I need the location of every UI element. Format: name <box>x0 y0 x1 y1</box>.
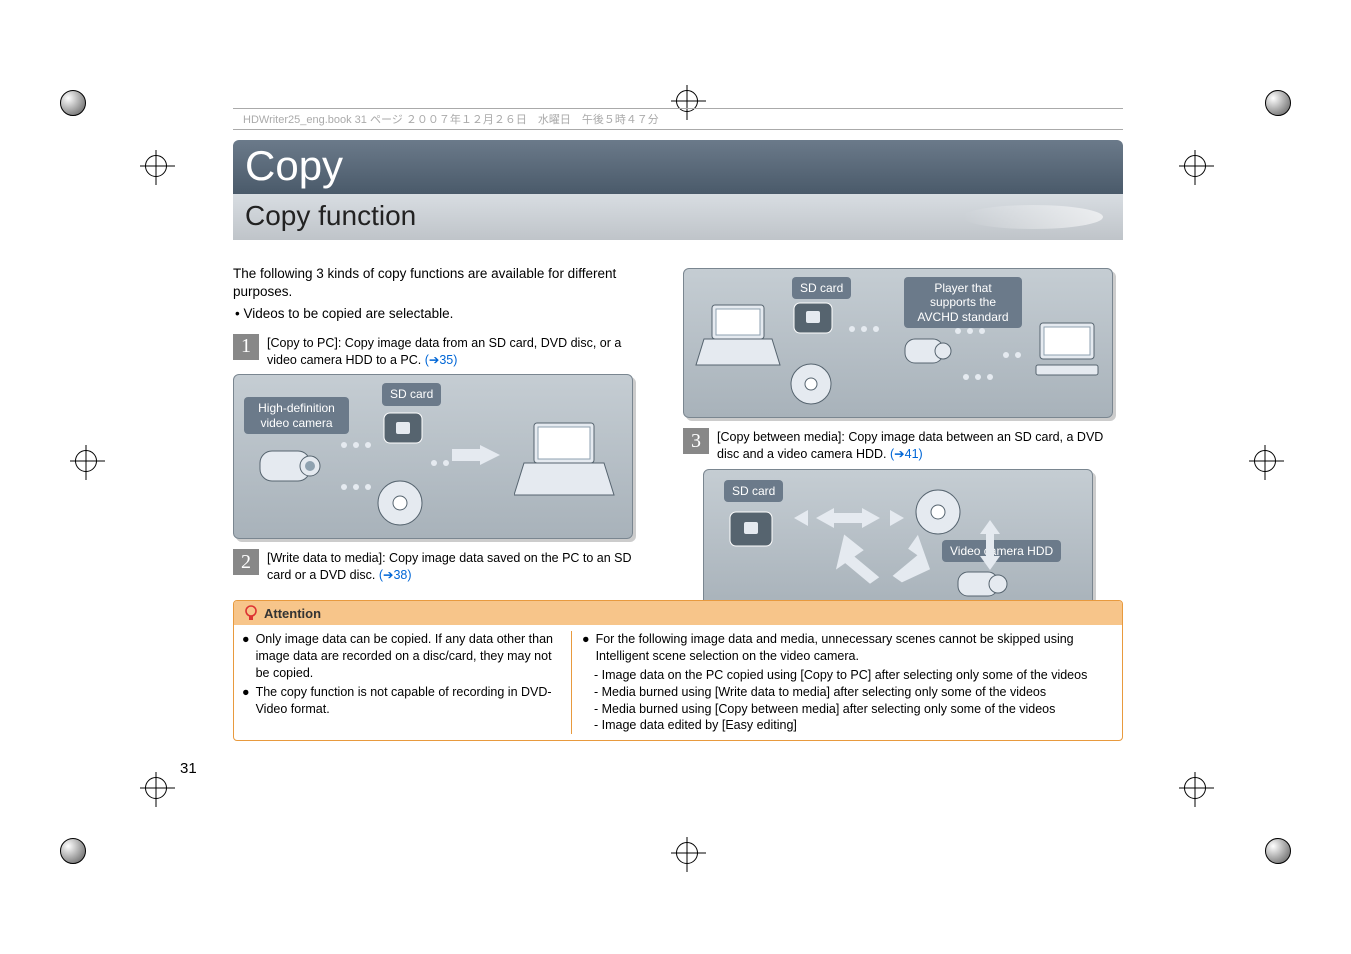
bulb-icon <box>244 605 258 621</box>
attention-dash: - Media burned using [Write data to medi… <box>594 684 1114 701</box>
arrow-dots-icon <box>334 427 464 507</box>
reg-crosshair <box>1184 155 1206 177</box>
reg-crosshair <box>1184 777 1206 799</box>
attention-text: Image data on the PC copied using [Copy … <box>602 668 1088 682</box>
page-link[interactable]: (➔35) <box>425 353 458 367</box>
attention-dash: - Image data on the PC copied using [Cop… <box>594 667 1114 684</box>
diagram-3: SD card Video camera HDD <box>703 469 1093 609</box>
sd-card-icon <box>718 506 788 562</box>
step-desc: [Write data to media]: Copy image data s… <box>267 551 632 582</box>
bullet-icon: ● <box>582 631 590 665</box>
title-block: Copy Copy function <box>233 140 1123 240</box>
reg-sphere <box>60 838 86 864</box>
diag-arrows-icon <box>832 530 932 590</box>
step-number: 1 <box>233 334 259 360</box>
step-text: [Copy to PC]: Copy image data from an SD… <box>267 334 653 369</box>
reg-sphere <box>1265 838 1291 864</box>
diagram-2: SD card Player that supports the AVCHD s… <box>683 268 1113 418</box>
attention-body: ●Only image data can be copied. If any d… <box>234 625 1122 740</box>
intro-bullet: • Videos to be copied are selectable. <box>235 305 645 323</box>
attention-text: Media burned using [Copy between media] … <box>602 702 1056 716</box>
reg-sphere <box>60 90 86 116</box>
attention-text: Image data edited by [Easy editing] <box>602 718 797 732</box>
laptop-icon <box>514 413 624 523</box>
dia3-sd-label: SD card <box>724 480 783 502</box>
file-header-strip: HDWriter25_eng.book 31 ページ ２００７年１２月２６日 水… <box>233 108 1123 130</box>
attention-text: The copy function is not capable of reco… <box>256 684 563 718</box>
laptop-icon <box>692 299 792 399</box>
bullet-icon: ● <box>242 631 250 682</box>
step-number: 2 <box>233 549 259 575</box>
reg-sphere <box>1265 90 1291 116</box>
attention-text: Media burned using [Write data to media]… <box>602 685 1046 699</box>
bullet-icon: ● <box>242 684 250 718</box>
vert-arrow-icon <box>980 520 1000 570</box>
attention-dash: - Media burned using [Copy between media… <box>594 701 1114 718</box>
diagram-1: High-definition video camera SD card <box>233 374 633 539</box>
reg-crosshair <box>676 842 698 864</box>
disc-icon <box>784 357 839 412</box>
reg-crosshair <box>145 777 167 799</box>
double-arrow-icon <box>794 506 904 530</box>
page-link[interactable]: (➔38) <box>379 568 412 582</box>
right-column: SD card Player that supports the AVCHD s… <box>683 264 1123 609</box>
main-title: Copy <box>233 140 1123 194</box>
step-number: 3 <box>683 428 709 454</box>
sd-card-icon <box>784 297 844 347</box>
attention-box: Attention ●Only image data can be copied… <box>233 600 1123 741</box>
arrow-right-icon <box>452 445 502 465</box>
step-1: 1 [Copy to PC]: Copy image data from an … <box>233 334 653 369</box>
attention-title: Attention <box>264 606 321 621</box>
page-number: 31 <box>180 760 197 777</box>
reg-crosshair <box>75 450 97 472</box>
attention-header: Attention <box>234 601 1122 625</box>
camera-icon <box>252 433 332 503</box>
attention-col-left: ●Only image data can be copied. If any d… <box>242 631 572 734</box>
step-text: [Copy between media]: Copy image data be… <box>717 428 1123 463</box>
page-link[interactable]: (➔41) <box>890 447 923 461</box>
left-column: The following 3 kinds of copy functions … <box>233 265 653 590</box>
step-2: 2 [Write data to media]: Copy image data… <box>233 549 653 584</box>
reg-crosshair <box>1254 450 1276 472</box>
arrow-dots-icon <box>846 309 1046 399</box>
attention-text: For the following image data and media, … <box>596 631 1114 665</box>
attention-text: Only image data can be copied. If any da… <box>256 631 563 682</box>
reg-crosshair <box>145 155 167 177</box>
step-text: [Write data to media]: Copy image data s… <box>267 549 653 584</box>
attention-dash: - Image data edited by [Easy editing] <box>594 717 1114 734</box>
sub-title: Copy function <box>233 194 1123 240</box>
attention-col-right: ●For the following image data and media,… <box>572 631 1114 734</box>
step-3: 3 [Copy between media]: Copy image data … <box>683 428 1123 463</box>
intro-text: The following 3 kinds of copy functions … <box>233 265 643 301</box>
